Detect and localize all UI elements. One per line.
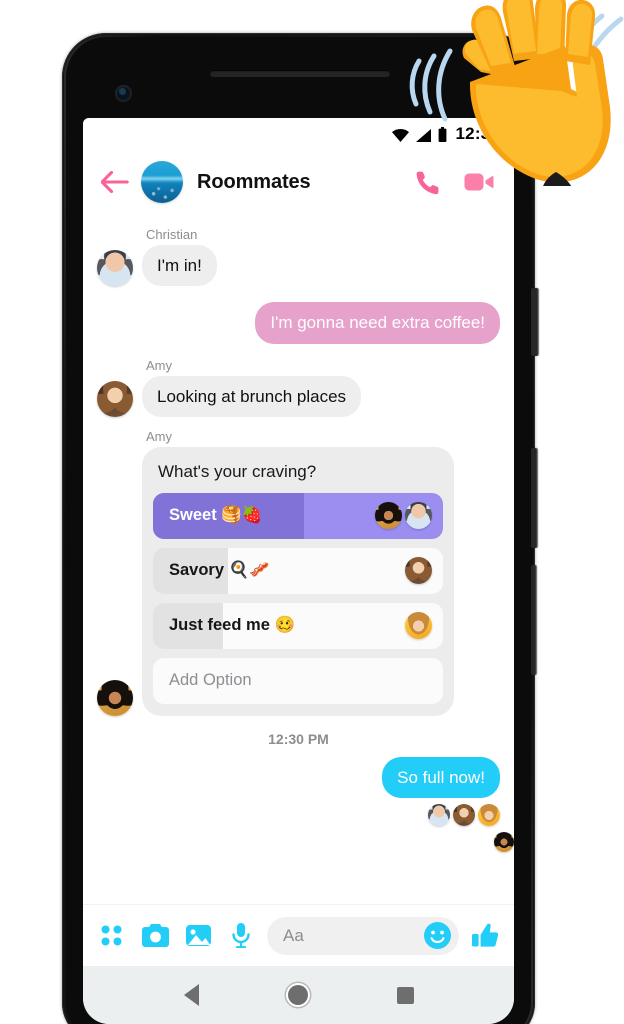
avatar [405, 612, 432, 640]
message-bubble[interactable]: I'm in! [142, 245, 217, 287]
avatar[interactable] [97, 679, 133, 716]
android-nav-bar [83, 966, 514, 1024]
poll-option-label: Just feed me 🥴 [169, 616, 296, 635]
poll-option-voters [405, 603, 432, 649]
avatar [478, 804, 500, 826]
avatar[interactable] [97, 250, 133, 287]
poll-option-label: Sweet 🥞🍓 [169, 506, 263, 525]
power-button[interactable] [531, 288, 538, 356]
poll-row: What's your craving? Sweet 🥞🍓 Savory 🍳🥓 [83, 446, 514, 716]
poll-option-voters [405, 548, 432, 594]
volume-down-button[interactable] [531, 565, 536, 675]
poll-option-voters [375, 493, 432, 539]
apps-grid-icon[interactable] [95, 919, 129, 953]
wifi-icon [391, 128, 409, 142]
message-bubble[interactable]: I'm gonna need extra coffee! [255, 302, 500, 344]
poll-option-sweet[interactable]: Sweet 🥞🍓 [153, 492, 443, 539]
back-arrow-icon[interactable] [97, 164, 133, 200]
battery-icon [438, 126, 446, 142]
thread-timestamp: 12:30 PM [268, 730, 329, 747]
poll-add-option-button[interactable]: Add Option [153, 657, 443, 704]
message-sender-name: Amy [146, 357, 172, 373]
group-avatar[interactable] [141, 161, 183, 203]
message-row: Looking at brunch places [83, 375, 514, 417]
message-input[interactable]: Aa [267, 916, 459, 955]
poll-question: What's your craving? [158, 461, 317, 481]
message-sender-name: Christian [146, 227, 198, 242]
message-composer: Aa [83, 904, 514, 966]
gallery-icon[interactable] [181, 919, 215, 953]
message-row: I'm in! [83, 245, 514, 287]
status-bar: 12:39 [83, 118, 514, 150]
message-row: I'm gonna need extra coffee! [83, 302, 514, 344]
avatar [428, 804, 450, 826]
poll-option-emoji: 🍳🥓 [228, 561, 270, 580]
conversation-title: Roommates [197, 170, 311, 193]
chat-header: Roommates [83, 150, 514, 214]
avatar [375, 502, 402, 530]
phone-call-icon[interactable] [410, 165, 444, 199]
message-input-placeholder: Aa [283, 925, 304, 945]
nav-recents-square-icon[interactable] [396, 986, 414, 1004]
poll-card[interactable]: What's your craving? Sweet 🥞🍓 Savory 🍳🥓 [142, 446, 454, 716]
avatar [405, 502, 432, 530]
screenshot-stage: 12:39 Roommates Christian I'm in! I'm go… [0, 0, 624, 1024]
nav-home-circle-icon[interactable] [287, 985, 308, 1005]
poll-option-label: Savory 🍳🥓 [169, 561, 270, 580]
video-call-icon[interactable] [462, 165, 496, 199]
front-camera [115, 85, 132, 102]
read-receipts [83, 798, 514, 826]
avatar[interactable] [97, 380, 133, 417]
poll-option-emoji: 🥴 [274, 616, 296, 635]
message-row: So full now! [83, 756, 514, 798]
volume-up-button[interactable] [531, 448, 537, 548]
nav-back-triangle-icon[interactable] [183, 984, 199, 1006]
status-bar-clock: 12:39 [455, 124, 500, 143]
message-bubble[interactable]: So full now! [382, 756, 500, 798]
earpiece-speaker [210, 70, 390, 77]
cellular-signal-icon [415, 128, 431, 142]
avatar [453, 804, 475, 826]
avatar [405, 557, 432, 585]
camera-icon[interactable] [138, 919, 172, 953]
poll-sender-name: Amy [146, 428, 172, 444]
poll-option-just-feed-me[interactable]: Just feed me 🥴 [153, 602, 443, 649]
smiley-face-icon[interactable] [424, 922, 451, 949]
poll-option-emoji: 🥞🍓 [221, 506, 263, 525]
phone-screen: 12:39 Roommates Christian I'm in! I'm go… [83, 118, 514, 1024]
avatar-edge-peek [494, 832, 514, 852]
poll-option-savory[interactable]: Savory 🍳🥓 [153, 547, 443, 594]
microphone-icon[interactable] [224, 919, 258, 953]
message-bubble[interactable]: Looking at brunch places [142, 375, 362, 417]
poll-add-option-label: Add Option [169, 671, 252, 690]
message-thread[interactable]: Christian I'm in! I'm gonna need extra c… [83, 214, 514, 904]
thumbs-up-icon[interactable] [468, 919, 502, 953]
